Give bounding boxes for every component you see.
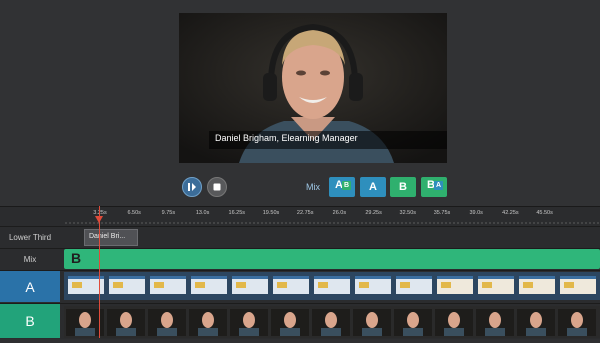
time-ruler[interactable]: 3.25s 6.50s 9.75s 13.0s 16.25s 19.50s 22.75s 26…: [64, 207, 600, 227]
track-label-a[interactable]: A: [0, 271, 60, 302]
track-a-thumbnail: [560, 276, 596, 294]
caption-text: Daniel Brigham, Elearning Manager: [215, 133, 358, 143]
step-frame-button[interactable]: [182, 177, 202, 197]
track-label-b[interactable]: B: [0, 304, 60, 338]
track-b-thumbnail: [148, 309, 186, 336]
stop-icon: [213, 183, 221, 191]
tick-label: 22.75s: [296, 210, 314, 216]
mix-b-label: B: [399, 181, 407, 193]
track-b-clip[interactable]: [64, 306, 600, 338]
tick-label: 39.0s: [469, 210, 483, 216]
track-b-thumbnail: [312, 309, 350, 336]
track-a-thumbnail: [191, 276, 227, 294]
track-a-thumbnail: [314, 276, 350, 294]
row-separator: [0, 303, 600, 304]
track-a-thumbnail: [396, 276, 432, 294]
track-b-thumbnail: [435, 309, 473, 336]
track-a-thumbnail: [519, 276, 555, 294]
track-label-lower-third: Lower Third: [8, 233, 52, 242]
track-b-thumbnails: [66, 309, 596, 336]
mix-b-over-a-sub: A: [434, 181, 443, 190]
tick-label: 35.75s: [433, 210, 451, 216]
track-b-thumbnail: [517, 309, 555, 336]
step-frame-icon: [188, 183, 196, 191]
track-a-thumbnail: [355, 276, 391, 294]
playhead-handle[interactable]: [95, 216, 103, 223]
tick-label: 19.50s: [262, 210, 280, 216]
track-b-thumbnail: [271, 309, 309, 336]
tick-label: 42.25s: [502, 210, 519, 216]
mix-b-button[interactable]: B: [390, 177, 416, 197]
mix-b-over-a-button[interactable]: B A: [421, 177, 447, 197]
ruler-dots: [64, 222, 600, 224]
tick-label: 9.75s: [161, 210, 176, 216]
tick-label: 6.50s: [127, 210, 141, 216]
mix-label: Mix: [306, 182, 320, 192]
track-b-thumbnail: [476, 309, 514, 336]
track-a-thumbnail: [150, 276, 186, 294]
track-b-thumbnail: [107, 309, 145, 336]
mix-track-clip[interactable]: B: [64, 249, 600, 269]
lower-third-caption: Daniel Brigham, Elearning Manager: [209, 131, 447, 149]
row-separator: [0, 270, 600, 271]
tick-label: 26.0s: [332, 210, 347, 216]
track-a-thumbnail: [273, 276, 309, 294]
mix-a-over-b-button[interactable]: A B: [329, 177, 355, 197]
tick-label: 16.25s: [228, 210, 246, 216]
tick-label: 45.50s: [536, 210, 553, 216]
track-b-thumbnail: [558, 309, 596, 336]
track-a-thumbnail: [109, 276, 145, 294]
tick-label: 29.25s: [365, 210, 382, 216]
track-label-mix: Mix: [23, 254, 37, 264]
track-a-clip[interactable]: [64, 272, 600, 300]
lower-third-clip[interactable]: Daniel Bri...: [84, 229, 138, 246]
track-a-thumbnail: [232, 276, 268, 294]
track-a-thumbnail: [437, 276, 473, 294]
lower-third-clip-label: Daniel Bri...: [89, 233, 126, 240]
track-b-thumbnail: [189, 309, 227, 336]
track-a-thumbnails: [68, 276, 596, 294]
video-preview: Daniel Brigham, Elearning Manager: [179, 13, 447, 163]
mix-a-button[interactable]: A: [360, 177, 386, 197]
mix-track-label: B: [71, 250, 82, 266]
track-b-thumbnail: [353, 309, 391, 336]
mix-a-over-b-sub: B: [342, 181, 351, 190]
preview-area: Daniel Brigham, Elearning Manager Mix A …: [0, 0, 600, 206]
track-b-thumbnail: [230, 309, 268, 336]
track-a-thumbnail: [478, 276, 514, 294]
row-separator: [0, 226, 600, 227]
tick-label: 13.0s: [195, 210, 210, 216]
stop-button[interactable]: [207, 177, 227, 197]
mix-a-label: A: [369, 181, 377, 193]
playhead-line[interactable]: [99, 206, 100, 338]
tick-label: 32.50s: [399, 210, 417, 216]
track-b-thumbnail: [394, 309, 432, 336]
